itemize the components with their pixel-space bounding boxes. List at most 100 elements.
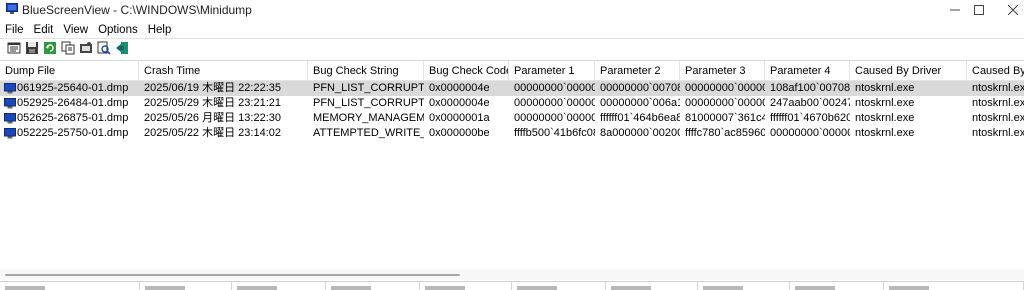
save-icon [26, 42, 38, 54]
close-button[interactable] [990, 0, 1024, 20]
lower-column-header[interactable] [420, 282, 512, 290]
cell-bug-check-string: PFN_LIST_CORRUPT [313, 97, 424, 109]
cell-bug-check-code: 0x0000004e [429, 82, 490, 94]
column-header-bug-check-string[interactable]: Bug Check String [308, 61, 424, 81]
options-button[interactable] [78, 40, 94, 56]
cell-parameter-3: 81000007`361c48... [685, 112, 765, 124]
toolbar [0, 38, 1024, 57]
cell-parameter-1: ffffb500`41b6fc08 [514, 127, 595, 139]
cell-caused-by-driver: ntoskrnl.exe [855, 112, 915, 124]
cell-dump-file: 052625-26875-01.dmp [17, 112, 129, 124]
cell-parameter-4: 108af100`00708af1 [770, 82, 850, 94]
cell-parameter-2: 00000000`006a1e... [600, 97, 680, 109]
lower-column-label [795, 286, 835, 290]
menu-bar: File Edit View Options Help [0, 21, 1024, 38]
cell-caused-by-driver: ntoskrnl.exe [855, 127, 915, 139]
cell-parameter-1: 00000000`000000... [514, 82, 595, 94]
options-icon [80, 42, 92, 53]
cell-bug-check-string: ATTEMPTED_WRITE_TO_... [313, 127, 424, 139]
column-header-caused-by-driver[interactable]: Caused By Driver [850, 61, 967, 81]
lower-column-header[interactable] [884, 282, 1024, 290]
table-row[interactable]: 052225-25750-01.dmp 2025/05/22 木曜日 23:14… [0, 126, 1024, 141]
cell-parameter-3: ffffc780`ac859600 [685, 127, 765, 139]
cell-dump-file: 061925-25640-01.dmp [17, 82, 129, 94]
cell-bug-check-code: 0x0000004e [429, 97, 490, 109]
cell-bug-check-code: 0x000000be [429, 127, 490, 139]
cell-crash-time: 2025/06/19 木曜日 22:22:35 [144, 82, 281, 94]
cell-dump-file: 052225-25750-01.dmp [17, 127, 129, 139]
column-header-parameter-2[interactable]: Parameter 2 [595, 61, 680, 81]
crash-list-header: Dump File Crash Time ▽ Bug Check String … [0, 61, 1024, 81]
menu-help[interactable]: Help [143, 24, 177, 36]
cell-parameter-2: 00000000`00708af2 [600, 82, 680, 94]
column-header-parameter-1[interactable]: Parameter 1 [509, 61, 595, 81]
app-icon [6, 3, 18, 14]
find-button[interactable] [96, 40, 112, 56]
table-row[interactable]: 052625-26875-01.dmp 2025/05/26 月曜日 13:22… [0, 111, 1024, 126]
column-header-parameter-3[interactable]: Parameter 3 [680, 61, 765, 81]
table-row[interactable]: 052925-26484-01.dmp 2025/05/29 木曜日 23:21… [0, 96, 1024, 111]
lower-column-header[interactable] [232, 282, 326, 290]
lower-column-label [5, 286, 45, 290]
exit-button[interactable] [114, 40, 130, 56]
menu-options[interactable]: Options [93, 24, 143, 36]
lower-column-header[interactable] [790, 282, 884, 290]
cell-caused-by-address: ntoskrnl.exe+ [972, 82, 1024, 94]
lower-column-label [237, 286, 277, 290]
lower-column-label [331, 286, 371, 290]
column-header-crash-time-label: Crash Time [144, 65, 201, 77]
properties-icon [7, 42, 21, 54]
column-header-crash-time[interactable]: Crash Time ▽ [139, 61, 308, 81]
cell-bug-check-code: 0x0000001a [429, 112, 490, 124]
horizontal-scrollbar[interactable] [0, 269, 1024, 280]
cell-parameter-4: ffffff01`4670b620 [770, 112, 850, 124]
exit-icon [116, 42, 128, 54]
cell-parameter-3: 00000000`000000... [685, 82, 765, 94]
cell-parameter-1: 00000000`000004... [514, 112, 595, 124]
lower-column-header[interactable] [140, 282, 232, 290]
column-header-bug-check-code[interactable]: Bug Check Code [424, 61, 509, 81]
lower-column-header[interactable] [606, 282, 698, 290]
copy-icon [61, 41, 75, 55]
lower-column-header[interactable] [0, 282, 140, 290]
column-header-dump-file[interactable]: Dump File [0, 61, 139, 81]
cell-caused-by-address: ntoskrnl.exe+ [972, 127, 1024, 139]
menu-file[interactable]: File [0, 24, 29, 36]
save-button[interactable] [24, 40, 40, 56]
cell-caused-by-address: ntoskrnl.exe+ [972, 97, 1024, 109]
cell-bug-check-string: MEMORY_MANAGEMENT [313, 112, 424, 124]
table-row[interactable]: 061925-25640-01.dmp 2025/06/19 木曜日 22:22… [0, 81, 1024, 96]
scrollbar-thumb[interactable] [5, 274, 460, 276]
lower-column-label [517, 286, 557, 290]
properties-button[interactable] [6, 40, 22, 56]
cell-parameter-4: 247aab00`00247a... [770, 97, 850, 109]
cell-parameter-2: 8a000000`002000... [600, 127, 680, 139]
lower-column-header[interactable] [512, 282, 606, 290]
cell-crash-time: 2025/05/22 木曜日 23:14:02 [144, 127, 281, 139]
lower-column-label [145, 286, 185, 290]
lower-column-header[interactable] [698, 282, 790, 290]
cell-dump-file: 052925-26484-01.dmp [17, 97, 129, 109]
menu-view[interactable]: View [58, 24, 93, 36]
menu-edit[interactable]: Edit [29, 24, 59, 36]
lower-column-label [703, 286, 743, 290]
close-icon [1008, 5, 1018, 15]
lower-column-label [611, 286, 651, 290]
cell-parameter-1: 00000000`000000... [514, 97, 595, 109]
crash-list[interactable]: Dump File Crash Time ▽ Bug Check String … [0, 60, 1024, 269]
window-title: BlueScreenView - C:\WINDOWS\Minidump [22, 3, 252, 17]
modules-list-header [0, 281, 1024, 290]
cell-crash-time: 2025/05/26 月曜日 13:22:30 [144, 112, 281, 124]
copy-button[interactable] [60, 40, 76, 56]
title-bar[interactable]: BlueScreenView - C:\WINDOWS\Minidump [0, 0, 1024, 20]
column-header-parameter-4[interactable]: Parameter 4 [765, 61, 850, 81]
column-header-caused-by-address[interactable]: Caused By Ad [967, 61, 1024, 81]
cell-crash-time: 2025/05/29 木曜日 23:21:21 [144, 97, 281, 109]
lower-column-header[interactable] [326, 282, 420, 290]
cell-bug-check-string: PFN_LIST_CORRUPT [313, 82, 424, 94]
cell-caused-by-driver: ntoskrnl.exe [855, 82, 915, 94]
refresh-icon [44, 42, 56, 54]
refresh-button[interactable] [42, 40, 58, 56]
cell-caused-by-address: ntoskrnl.exe+ [972, 112, 1024, 124]
cell-parameter-4: 00000000`000000... [770, 127, 850, 139]
